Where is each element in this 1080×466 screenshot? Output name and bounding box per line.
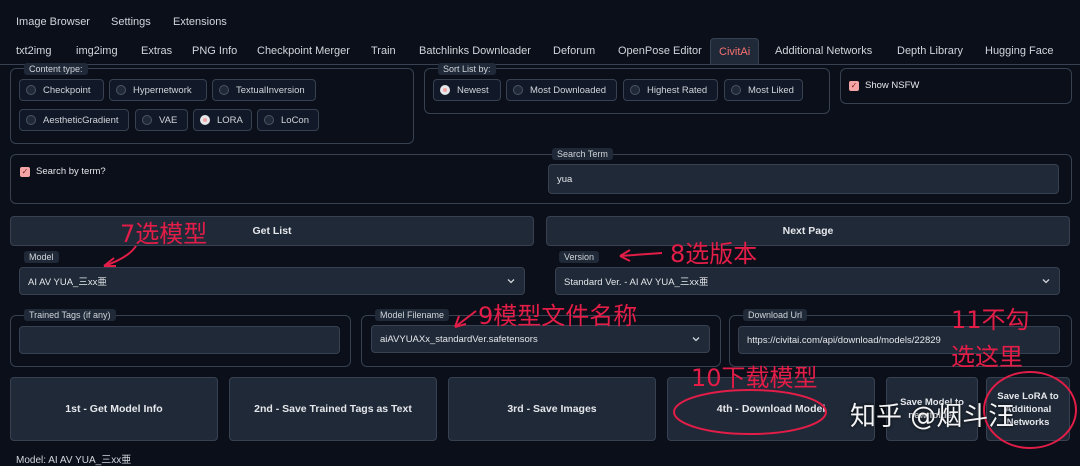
annotation-step-8: 8选版本 [670,240,758,268]
annotation-step-10: 10下载模型 [691,364,818,392]
annotation-step-11-line1: 11不勾 [951,306,1030,334]
annotation-step-11-line2: 选这里 [951,343,1023,371]
annotation-step-7: 7选模型 [120,220,208,248]
zhihu-watermark: 知乎 @烟斗汪 [850,402,1015,432]
annotation-step-9: 9模型文件名称 [478,302,638,330]
